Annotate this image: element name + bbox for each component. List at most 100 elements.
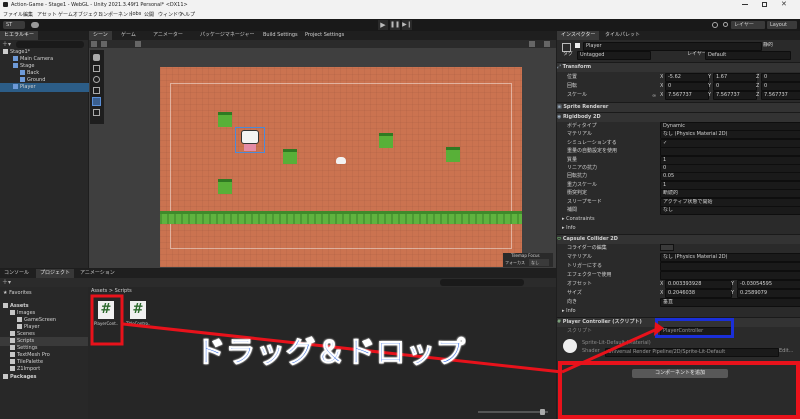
move-tool-icon[interactable] bbox=[93, 65, 100, 72]
scale-z-field[interactable]: 7.567737 bbox=[761, 91, 800, 100]
transform-tool-icon[interactable] bbox=[93, 109, 100, 116]
scale-x-field[interactable]: 7.567737 bbox=[665, 91, 709, 100]
offset-x-field[interactable]: 0.003393928 bbox=[665, 280, 732, 289]
link-icon[interactable]: ∞ bbox=[652, 93, 656, 99]
position-y-field[interactable]: 1.67 bbox=[713, 73, 757, 82]
tab-label: インスペクター bbox=[561, 32, 596, 38]
edit-collider-button[interactable] bbox=[660, 244, 674, 251]
menu-assets[interactable]: アセット bbox=[37, 11, 57, 18]
rect-tool-icon[interactable] bbox=[92, 97, 101, 106]
tab-build-settings[interactable]: Build Settings bbox=[259, 31, 302, 40]
menu-edit[interactable]: 編集 bbox=[23, 11, 33, 18]
rigidbody-info-foldout[interactable]: ▸ Info bbox=[562, 224, 576, 232]
hierarchy-tab-label: ヒエラルキー bbox=[4, 32, 35, 38]
size-y-field[interactable]: 0.2589079 bbox=[737, 289, 800, 298]
tab-animation[interactable]: アニメーション bbox=[76, 269, 119, 278]
tab-project[interactable]: プロジェクト bbox=[36, 269, 75, 278]
tab-hierarchy[interactable]: ヒエラルキー bbox=[0, 31, 39, 40]
menu-jobs[interactable]: Jobs bbox=[131, 11, 141, 17]
hierarchy-item-player[interactable]: Player bbox=[0, 83, 101, 92]
tree-packages[interactable]: Packages bbox=[3, 373, 37, 382]
size-x-field[interactable]: 0.2046038 bbox=[665, 289, 732, 298]
rigidbody-property-value[interactable] bbox=[660, 147, 800, 157]
focus-dropdown[interactable]: なし bbox=[529, 259, 549, 266]
object-name-field[interactable]: Player bbox=[583, 42, 762, 51]
gizmos-icon[interactable] bbox=[529, 41, 535, 47]
tree-favorites[interactable]: ★ Favorites bbox=[3, 289, 32, 298]
tab-tile-palette[interactable]: タイルパレット bbox=[601, 31, 644, 40]
close-icon[interactable]: ✕ bbox=[781, 0, 787, 9]
menu-gameobject[interactable]: ゲームオブジェクト bbox=[58, 11, 103, 18]
rotation-y-field[interactable]: 0 bbox=[713, 82, 757, 91]
tab-inspector[interactable]: インスペクター bbox=[557, 31, 600, 40]
menu-publish[interactable]: 公開 bbox=[144, 11, 154, 18]
tag-dropdown[interactable]: Untagged bbox=[577, 51, 651, 60]
pause-button[interactable]: ❚❚ bbox=[390, 20, 400, 30]
rigidbody-property-value[interactable]: なし bbox=[660, 206, 800, 215]
rotation-x-field[interactable]: 0 bbox=[665, 82, 709, 91]
tab-label: アニメーター bbox=[153, 32, 183, 38]
player-sprite[interactable] bbox=[235, 127, 265, 153]
rotate-tool-icon[interactable] bbox=[93, 76, 100, 83]
minimize-icon[interactable] bbox=[742, 4, 748, 5]
pivot-icon[interactable] bbox=[101, 41, 107, 47]
cloud-icon[interactable] bbox=[31, 22, 39, 28]
rotation-z-field[interactable]: 0 bbox=[761, 82, 800, 91]
capsule-property-value[interactable] bbox=[660, 271, 800, 280]
script-asset-player-controller[interactable]: # PlayerCont... bbox=[94, 299, 118, 331]
view-tool-icon[interactable] bbox=[93, 54, 100, 61]
scale-y-field[interactable]: 7.567737 bbox=[713, 91, 757, 100]
hierarchy-search-input[interactable] bbox=[16, 41, 84, 48]
menu-file[interactable]: ファイル bbox=[3, 11, 23, 18]
tab-package-manager[interactable]: パッケージマネージャー bbox=[196, 31, 259, 40]
grid-icon[interactable] bbox=[135, 41, 141, 47]
hand-tool-icon[interactable] bbox=[91, 41, 97, 47]
offset-y-field[interactable]: -0.03054595 bbox=[737, 280, 800, 289]
tab-project-settings[interactable]: Project Settings bbox=[301, 31, 348, 40]
layers-dropdown[interactable]: レイヤー bbox=[731, 21, 765, 29]
component-header-rigidbody-2d[interactable]: ◉ Rigidbody 2D bbox=[557, 112, 800, 122]
maximize-icon[interactable] bbox=[762, 2, 767, 7]
zoom-slider-handle[interactable] bbox=[540, 409, 545, 415]
tab-animator[interactable]: アニメーター bbox=[149, 31, 187, 40]
capsule-info-foldout[interactable]: ▸ Info bbox=[562, 307, 576, 315]
component-header-transform[interactable]: ⤢ Transform bbox=[557, 62, 800, 72]
component-header-capsule-collider-2d[interactable]: ⬭ Capsule Collider 2D bbox=[557, 234, 800, 244]
constraints-foldout[interactable]: ▸ Constraints bbox=[562, 215, 595, 223]
component-header-sprite-renderer[interactable]: ▣ Sprite Renderer bbox=[557, 102, 800, 112]
search-icon[interactable] bbox=[723, 22, 728, 27]
direction-dropdown[interactable]: 垂直 bbox=[660, 298, 800, 307]
account-button[interactable]: ST bbox=[3, 21, 25, 29]
tab-game[interactable]: ゲーム bbox=[117, 31, 140, 40]
scale-tool-icon[interactable] bbox=[93, 87, 100, 94]
rigidbody-property-value[interactable]: 断続的 bbox=[660, 189, 800, 199]
shader-edit-button[interactable]: Edit... bbox=[779, 348, 793, 355]
camera-icon[interactable] bbox=[544, 41, 550, 47]
add-component-button[interactable]: コンポーネントを追加 bbox=[632, 369, 728, 378]
create-icon[interactable]: ＋▾ bbox=[2, 278, 11, 287]
script-asset-title-controller[interactable]: # TitleContro... bbox=[126, 299, 150, 331]
game-view[interactable] bbox=[160, 67, 522, 267]
step-button[interactable]: ▶❙ bbox=[402, 20, 412, 30]
tab-scene[interactable]: シーン bbox=[89, 31, 112, 40]
capsule-property-value[interactable] bbox=[660, 262, 800, 271]
history-icon[interactable] bbox=[712, 22, 718, 28]
axis-x-label: X bbox=[660, 83, 664, 89]
add-icon[interactable]: ＋▾ bbox=[2, 41, 11, 48]
tab-console[interactable]: コンソール bbox=[0, 269, 33, 278]
static-toggle[interactable]: 静的 bbox=[763, 42, 773, 49]
layout-dropdown[interactable]: Layout bbox=[767, 21, 797, 29]
shader-dropdown[interactable]: Universal Render Pipeline/2D/Sprite-Lit-… bbox=[605, 348, 779, 357]
layer-dropdown[interactable]: Default bbox=[705, 51, 791, 60]
project-search-input[interactable] bbox=[440, 279, 524, 286]
active-checkbox[interactable] bbox=[575, 43, 580, 48]
capsule-property-value[interactable]: なし (Physics Material 2D) bbox=[660, 253, 800, 262]
position-z-field[interactable]: 0 bbox=[761, 73, 800, 82]
play-button[interactable]: ▶ bbox=[378, 20, 388, 30]
menu-component[interactable]: コンポーネント bbox=[98, 11, 133, 18]
breadcrumb-scripts[interactable]: Scripts bbox=[115, 288, 132, 294]
zoom-slider[interactable] bbox=[478, 409, 548, 415]
position-x-field[interactable]: -5.62 bbox=[665, 73, 709, 82]
menu-help[interactable]: ヘルプ bbox=[180, 11, 195, 18]
breadcrumb-assets[interactable]: Assets bbox=[91, 288, 107, 294]
